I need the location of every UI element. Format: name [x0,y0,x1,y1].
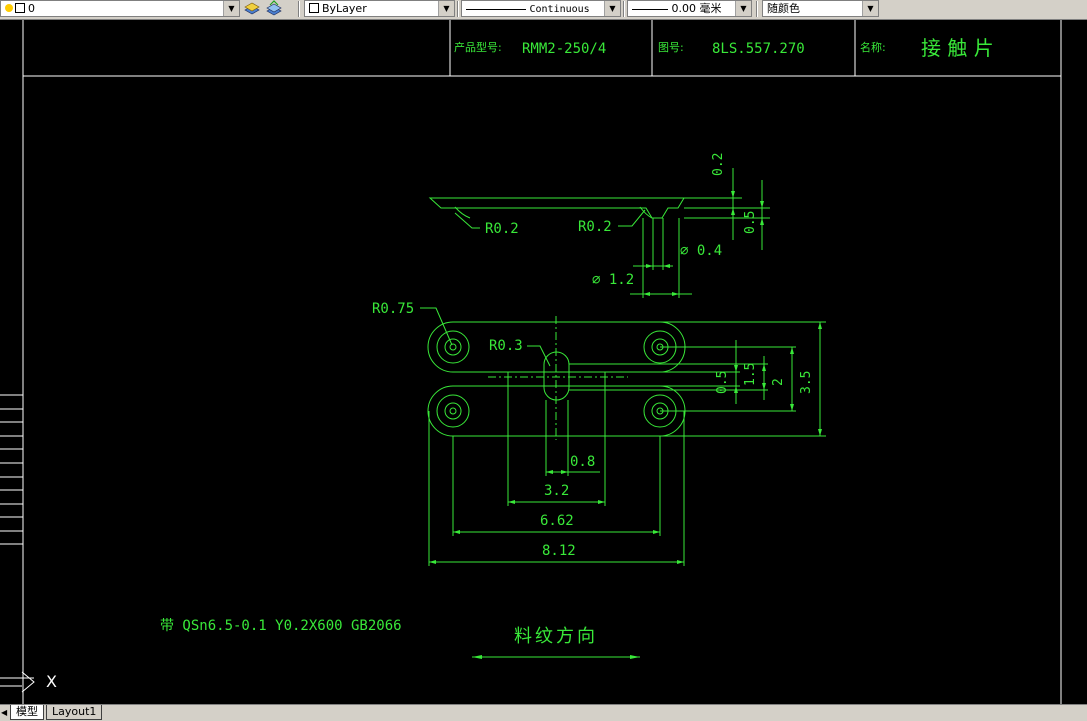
ucs-x-label: X [46,672,57,691]
name-label: 名称: [860,41,886,54]
color-swatch [309,3,319,13]
model-space-canvas[interactable]: 产品型号: RMM2-250/4 图号: 8LS.557.270 名称: 接 触… [0,20,1087,704]
lineweight-value: 0.00 毫米 [671,2,722,15]
color-dropdown[interactable]: ByLayer ▼ [304,0,455,17]
drawing-no-value: 8LS.557.270 [712,41,805,57]
cad-drawing [0,20,1062,704]
part-geometry [420,168,826,658]
product-value: RMM2-250/4 [522,41,607,57]
toolbar-separator [457,1,459,17]
properties-toolbar: 0 ▼ ByLayer ▼ Continuous ▼ 0.00 毫米 ▼ 随颜色… [0,0,1087,20]
layer-stack-icon [244,2,260,15]
material-note: 带 QSn6.5-0.1 Y0.2X600 GB2066 [160,618,402,634]
layer-previous-icon [266,0,282,16]
chevron-down-icon[interactable]: ▼ [604,1,620,16]
toolbar-separator [623,1,625,17]
linetype-value: Continuous [529,4,590,15]
dim-2: 2 [771,378,786,386]
chevron-down-icon[interactable]: ▼ [438,1,454,16]
layer-dropdown[interactable]: 0 ▼ [0,0,240,17]
color-value: ByLayer [322,2,367,15]
layout-tabs-bar: ◀ 模型 Layout1 [0,704,1087,721]
layer-color-swatch [15,3,25,13]
layer-previous-button[interactable] [264,0,284,17]
plotstyle-value: 随颜色 [767,2,800,15]
layer-value: 0 [28,2,35,15]
dim-r02-right: R0.2 [578,219,612,235]
linetype-sample [466,8,526,10]
product-label: 产品型号: [454,41,502,54]
toolbar-separator [298,1,300,17]
dim-08: 0.8 [570,454,596,470]
dimension-arrowheads [429,191,822,659]
dim-812: 8.12 [542,543,576,559]
lineweight-sample [632,8,668,10]
name-value: 接 触 片 [921,36,994,60]
dim-dia12: ∅ 1.2 [592,272,635,288]
chevron-down-icon[interactable]: ▼ [735,1,751,16]
dim-662: 6.62 [540,513,574,529]
dim-dia04: ∅ 0.4 [680,243,723,259]
make-layer-current-button[interactable] [242,0,262,17]
dim-02: 0.2 [711,152,726,176]
plotstyle-dropdown[interactable]: 随颜色 ▼ [762,0,879,17]
tab-model-label: 模型 [16,705,38,718]
dim-15: 1.5 [743,362,758,386]
tab-layout1[interactable]: Layout1 [46,705,103,720]
dim-05-mid: 0.5 [715,370,730,394]
drawing-no-label: 图号: [658,41,684,54]
toolbar-separator [756,1,758,17]
layer-on-icon [5,4,13,12]
dim-r02-left: R0.2 [485,221,519,237]
linetype-dropdown[interactable]: Continuous ▼ [461,0,621,17]
dim-r075: R0.75 [372,301,415,317]
tab-layout1-label: Layout1 [52,705,97,718]
dim-05-top: 0.5 [743,210,758,234]
drawing-frame [0,20,1062,704]
grain-direction-note: 料纹方向 [514,626,598,647]
dim-32: 3.2 [544,483,570,499]
chevron-down-icon[interactable]: ▼ [223,1,239,16]
lineweight-dropdown[interactable]: 0.00 毫米 ▼ [627,0,752,17]
ucs-icon [0,671,35,693]
chevron-down-icon[interactable]: ▼ [862,1,878,16]
tab-scroll-left-icon[interactable]: ◀ [1,706,10,719]
dim-r03: R0.3 [489,338,523,354]
tab-model[interactable]: 模型 [10,705,44,720]
dim-35: 3.5 [799,370,814,394]
